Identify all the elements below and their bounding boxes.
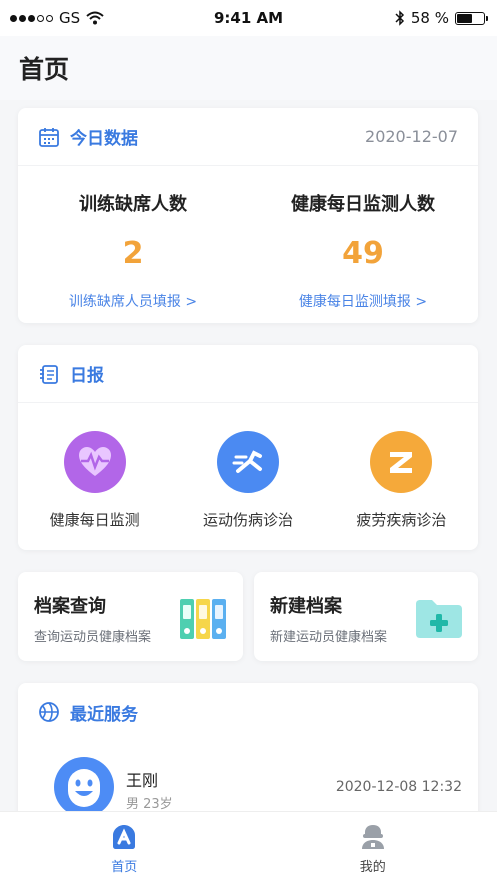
recent-services-title: 最近服务 — [70, 704, 138, 725]
battery-icon — [455, 11, 488, 25]
add-folder-icon — [416, 600, 462, 638]
today-data-header: 今日数据 2020-12-07 — [18, 108, 478, 166]
page-title: 首页 — [19, 55, 70, 84]
daily-report-header: 日报 — [18, 345, 478, 403]
absence-report-link[interactable]: 训练缺席人员填报 > — [18, 291, 248, 311]
new-archive-tile[interactable]: 新建档案 新建运动员健康档案 — [254, 572, 478, 661]
recent-meta: 男 23岁 — [126, 797, 173, 812]
new-archive-title: 新建档案 — [270, 596, 342, 617]
today-data-title: 今日数据 — [70, 129, 138, 149]
carrier-label: GS — [59, 9, 81, 27]
today-stats: 训练缺席人数 2 训练缺席人员填报 > 健康每日监测人数 49 健康每日监测填报… — [18, 166, 478, 331]
stat-health-monitor: 健康每日监测人数 49 健康每日监测填报 > — [248, 166, 478, 331]
report-fatigue-label: 疲劳疾病诊治 — [356, 511, 447, 529]
home-icon — [113, 825, 136, 849]
report-fatigue[interactable]: 疲劳疾病诊治 — [325, 403, 478, 549]
archive-query-title: 档案查询 — [34, 596, 106, 617]
binders-icon — [180, 599, 226, 639]
archive-query-subtitle: 查询运动员健康档案 — [34, 630, 152, 645]
report-injury-label: 运动伤病诊治 — [202, 511, 293, 529]
battery-level — [457, 13, 473, 23]
health-report-link[interactable]: 健康每日监测填报 > — [248, 291, 478, 311]
status-bar: GS 9:41 AM 58 % — [0, 0, 497, 36]
tab-profile-label: 我的 — [359, 860, 386, 875]
stat-absence-value: 2 — [122, 236, 144, 271]
smiley-face-icon — [68, 769, 100, 807]
stat-health-label: 健康每日监测人数 — [291, 194, 435, 215]
archive-query-tile[interactable]: 档案查询 查询运动员健康档案 — [18, 572, 243, 661]
recent-name: 王刚 — [126, 771, 159, 790]
avatar — [54, 757, 114, 817]
tab-home-label: 首页 — [111, 860, 138, 875]
today-date: 2020-12-07 — [365, 127, 458, 146]
stat-health-value: 49 — [342, 236, 384, 271]
runner-icon — [216, 431, 279, 493]
page-header: 首页 — [0, 36, 497, 100]
profile-icon — [361, 825, 384, 849]
signal-icon — [10, 14, 53, 22]
z-letter-icon — [370, 431, 433, 493]
stat-absence: 训练缺席人数 2 训练缺席人员填报 > — [18, 166, 248, 331]
status-right: 58 % — [395, 9, 488, 27]
recent-services-header: 最近服务 — [18, 683, 478, 741]
battery-text: 58 % — [410, 9, 449, 27]
status-left: GS — [10, 9, 104, 27]
recent-time: 2020-12-08 12:32 — [335, 779, 462, 795]
basketball-icon — [39, 702, 59, 722]
new-archive-subtitle: 新建运动员健康档案 — [270, 630, 388, 645]
daily-report-card: 日报 健康每日监测 运动伤病诊治 疲劳疾病诊治 — [18, 345, 478, 550]
report-health-monitor[interactable]: 健康每日监测 — [18, 403, 171, 549]
list-item[interactable]: 王刚 男 23岁 2020-12-08 12:32 — [54, 753, 474, 817]
wifi-icon — [86, 11, 104, 25]
daily-report-items: 健康每日监测 运动伤病诊治 疲劳疾病诊治 — [18, 403, 478, 549]
today-data-card: 今日数据 2020-12-07 训练缺席人数 2 训练缺席人员填报 > 健康每日… — [18, 108, 478, 323]
daily-report-title: 日报 — [70, 366, 104, 386]
stat-absence-label: 训练缺席人数 — [79, 194, 187, 215]
tab-profile[interactable]: 我的 — [249, 812, 497, 883]
bluetooth-icon — [395, 10, 404, 26]
heart-pulse-icon — [63, 431, 126, 493]
tab-home[interactable]: 首页 — [0, 812, 249, 883]
report-list-icon — [40, 364, 58, 384]
report-health-label: 健康每日监测 — [49, 511, 140, 529]
report-sports-injury[interactable]: 运动伤病诊治 — [171, 403, 324, 549]
tab-bar: 首页 我的 — [0, 811, 497, 883]
calendar-icon — [39, 127, 59, 147]
